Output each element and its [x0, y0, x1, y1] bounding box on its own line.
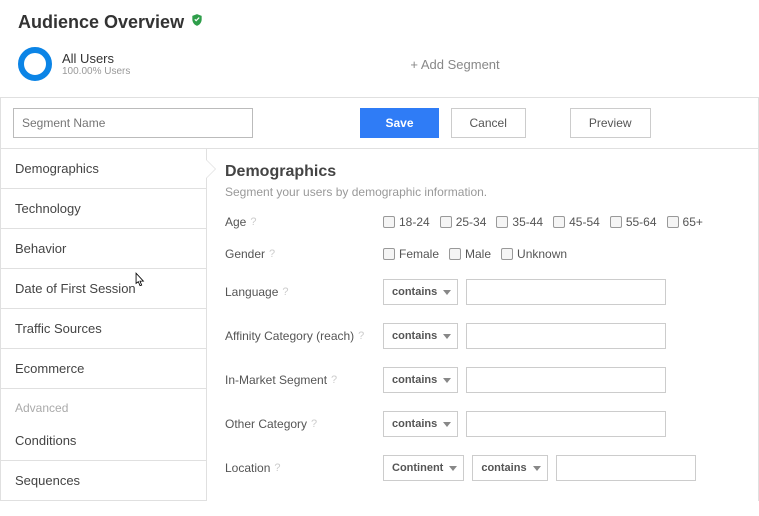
sidebar-heading-advanced: Advanced	[1, 389, 206, 421]
segment-sub: 100.00% Users	[62, 66, 130, 77]
label-language: Language	[225, 285, 278, 299]
affinity-operator-dropdown[interactable]: contains	[383, 323, 458, 349]
checkbox-gender-female[interactable]: Female	[383, 247, 439, 261]
checkbox-age-25-34[interactable]: 25-34	[440, 215, 487, 229]
location-dimension-dropdown[interactable]: Continent	[383, 455, 464, 481]
add-segment-button[interactable]: + Add Segment	[410, 57, 499, 72]
language-operator-dropdown[interactable]: contains	[383, 279, 458, 305]
label-location: Location	[225, 461, 270, 475]
segments-bar: All Users 100.00% Users + Add Segment	[0, 39, 759, 97]
row-age: Age ? 18-24 25-34 35-44 45-54 55-64 65+	[225, 215, 740, 229]
inmarket-value-input[interactable]	[466, 367, 666, 393]
location-operator-dropdown[interactable]: contains	[472, 455, 547, 481]
preview-button[interactable]: Preview	[570, 108, 651, 138]
checkbox-age-55-64[interactable]: 55-64	[610, 215, 657, 229]
inmarket-operator-dropdown[interactable]: contains	[383, 367, 458, 393]
location-value-input[interactable]	[556, 455, 696, 481]
language-value-input[interactable]	[466, 279, 666, 305]
help-icon[interactable]: ?	[311, 418, 317, 430]
sidebar-item-conditions[interactable]: Conditions	[1, 421, 206, 461]
row-gender: Gender ? Female Male Unknown	[225, 247, 740, 261]
other-operator-dropdown[interactable]: contains	[383, 411, 458, 437]
segment-builder: Save Cancel Preview Demographics Technol…	[0, 97, 759, 501]
sidebar-item-sequences[interactable]: Sequences	[1, 461, 206, 501]
row-location: Location ? Continent contains	[225, 455, 740, 481]
sidebar: Demographics Technology Behavior Date of…	[1, 149, 207, 501]
checkbox-age-45-54[interactable]: 45-54	[553, 215, 600, 229]
content-panel: Demographics Segment your users by demog…	[207, 149, 758, 501]
sidebar-item-ecommerce[interactable]: Ecommerce	[1, 349, 206, 389]
label-other: Other Category	[225, 417, 307, 431]
help-icon[interactable]: ?	[331, 374, 337, 386]
page-title: Audience Overview	[0, 0, 759, 39]
sidebar-item-traffic-sources[interactable]: Traffic Sources	[1, 309, 206, 349]
segment-name: All Users	[62, 51, 130, 66]
row-language: Language ? contains	[225, 279, 740, 305]
sidebar-item-behavior[interactable]: Behavior	[1, 229, 206, 269]
help-icon[interactable]: ?	[358, 330, 364, 342]
segment-all-users[interactable]: All Users 100.00% Users	[18, 47, 130, 81]
label-inmarket: In-Market Segment	[225, 373, 327, 387]
sidebar-item-date-first-session[interactable]: Date of First Session	[1, 269, 206, 309]
help-icon[interactable]: ?	[269, 248, 275, 260]
page-title-text: Audience Overview	[18, 12, 184, 33]
affinity-value-input[interactable]	[466, 323, 666, 349]
verified-shield-icon	[190, 12, 204, 33]
row-other: Other Category ? contains	[225, 411, 740, 437]
checkbox-age-35-44[interactable]: 35-44	[496, 215, 543, 229]
help-icon[interactable]: ?	[274, 462, 280, 474]
row-affinity: Affinity Category (reach) ? contains	[225, 323, 740, 349]
panel-title: Demographics	[225, 163, 740, 181]
toolbar: Save Cancel Preview	[1, 98, 758, 149]
sidebar-item-technology[interactable]: Technology	[1, 189, 206, 229]
checkbox-age-65plus[interactable]: 65+	[667, 215, 703, 229]
help-icon[interactable]: ?	[250, 216, 256, 228]
label-age: Age	[225, 215, 246, 229]
donut-icon	[18, 47, 52, 81]
panel-subtitle: Segment your users by demographic inform…	[225, 185, 740, 199]
age-options: 18-24 25-34 35-44 45-54 55-64 65+	[383, 215, 703, 229]
checkbox-age-18-24[interactable]: 18-24	[383, 215, 430, 229]
save-button[interactable]: Save	[360, 108, 438, 138]
label-gender: Gender	[225, 247, 265, 261]
row-inmarket: In-Market Segment ? contains	[225, 367, 740, 393]
cancel-button[interactable]: Cancel	[451, 108, 526, 138]
checkbox-gender-male[interactable]: Male	[449, 247, 491, 261]
segment-name-input[interactable]	[13, 108, 253, 138]
help-icon[interactable]: ?	[282, 286, 288, 298]
label-affinity: Affinity Category (reach)	[225, 329, 354, 343]
gender-options: Female Male Unknown	[383, 247, 567, 261]
checkbox-gender-unknown[interactable]: Unknown	[501, 247, 567, 261]
other-value-input[interactable]	[466, 411, 666, 437]
sidebar-item-demographics[interactable]: Demographics	[1, 149, 206, 189]
